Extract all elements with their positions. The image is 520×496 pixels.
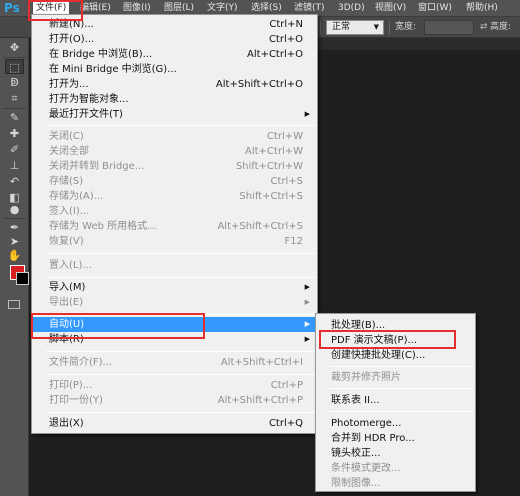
submenu-arrow-icon: ▶ [304, 335, 310, 343]
menu-window[interactable]: 窗口(W) [415, 0, 455, 17]
menu-separator [46, 253, 315, 254]
menu-item-crop-and-straighten[interactable]: 裁剪并修齐照片 [316, 370, 475, 385]
options-separator [320, 21, 321, 35]
file-menu-highlight-box [28, 0, 83, 21]
menu-item-revert[interactable]: 恢复(V) F12 [32, 234, 317, 249]
pen-icon[interactable]: ✒ [5, 220, 24, 235]
menu-item-print-one-copy[interactable]: 打印一份(Y) Alt+Shift+Ctrl+P [32, 393, 317, 408]
swap-icon[interactable]: ⇄ [480, 20, 488, 35]
quick-mask-icon[interactable] [8, 300, 20, 309]
menu-separator [330, 388, 473, 389]
menu-separator [46, 412, 315, 413]
blend-mode-select[interactable]: 正常 ▼ [326, 20, 384, 35]
background-color-swatch[interactable] [16, 272, 29, 285]
menu-item-browse-in-bridge[interactable]: 在 Bridge 中浏览(B)... Alt+Ctrl+O [32, 47, 317, 62]
tool-separator [3, 108, 26, 109]
tool-separator [3, 57, 26, 58]
menu-3d[interactable]: 3D(D) [335, 0, 368, 17]
height-label: 高度: [490, 22, 512, 32]
hand-icon[interactable]: ✋ [5, 248, 24, 263]
submenu-arrow-icon: ▶ [304, 320, 310, 328]
menu-separator [330, 366, 473, 367]
menu-item-place[interactable]: 置入(L)... [32, 258, 317, 273]
width-label: 宽度: [395, 22, 417, 32]
lasso-icon[interactable]: ↁ [5, 75, 24, 90]
submenu-arrow-icon: ▶ [304, 298, 310, 306]
blend-mode-value: 正常 [332, 22, 351, 32]
brush-icon[interactable]: ✐ [5, 142, 24, 157]
options-separator [389, 21, 390, 35]
crop-icon[interactable]: ⌗ [5, 91, 24, 106]
menu-item-conditional-mode-change[interactable]: 条件模式更改... [316, 461, 475, 476]
menu-item-close[interactable]: 关闭(C) Ctrl+W [32, 129, 317, 144]
menu-separator [46, 374, 315, 375]
width-input[interactable] [424, 20, 474, 35]
menu-item-save[interactable]: 存储(S) Ctrl+S [32, 174, 317, 189]
tool-separator [3, 218, 26, 219]
tools-panel: ✥ ⬚ ↁ ⌗ ✎ ✚ ✐ ⊥ ↶ ◧ ● ✒ ➤ ✋ [0, 38, 29, 496]
submenu-arrow-icon: ▶ [304, 283, 310, 291]
menu-item-merge-to-hdr[interactable]: 合并到 HDR Pro... [316, 431, 475, 446]
menu-item-import[interactable]: 导入(M) ▶ [32, 280, 317, 295]
menu-item-create-droplet[interactable]: 创建快捷批处理(C)... [316, 348, 475, 363]
clone-stamp-icon[interactable]: ⊥ [5, 158, 24, 173]
marquee-icon[interactable]: ⬚ [5, 59, 24, 74]
menu-separator [46, 351, 315, 352]
path-selection-icon[interactable]: ➤ [5, 234, 24, 249]
menu-view[interactable]: 视图(V) [372, 0, 409, 17]
menu-item-open[interactable]: 打开(O)... Ctrl+O [32, 32, 317, 47]
history-brush-icon[interactable]: ↶ [5, 174, 24, 189]
pdf-presentation-highlight-box [319, 330, 456, 349]
menu-item-photomerge[interactable]: Photomerge... [316, 416, 475, 431]
submenu-arrow-icon: ▶ [304, 110, 310, 118]
automate-highlight-box [31, 313, 205, 339]
menu-item-file-info[interactable]: 文件简介(F)... Alt+Shift+Ctrl+I [32, 355, 317, 370]
menu-item-close-all[interactable]: 关闭全部 Alt+Ctrl+W [32, 144, 317, 159]
file-menu: 新建(N)... Ctrl+N 打开(O)... Ctrl+O 在 Bridge… [31, 14, 318, 434]
menu-item-exit[interactable]: 退出(X) Ctrl+Q [32, 416, 317, 431]
menu-item-save-for-web[interactable]: 存储为 Web 所用格式... Alt+Shift+Ctrl+S [32, 219, 317, 234]
move-icon[interactable]: ✥ [5, 40, 24, 55]
menu-item-save-as[interactable]: 存储为(A)... Shift+Ctrl+S [32, 189, 317, 204]
chevron-down-icon: ▼ [373, 23, 379, 31]
menu-item-contact-sheet[interactable]: 联系表 II... [316, 393, 475, 408]
menu-item-fit-image[interactable]: 限制图像... [316, 476, 475, 491]
eyedropper-icon[interactable]: ✎ [5, 110, 24, 125]
menu-item-lens-correction[interactable]: 镜头校正... [316, 446, 475, 461]
photoshop-logo: Ps [4, 1, 20, 15]
menu-item-check-in[interactable]: 签入(I)... [32, 204, 317, 219]
menu-item-open-recent[interactable]: 最近打开文件(T) ▶ [32, 107, 317, 122]
menu-item-close-and-go-to-bridge[interactable]: 关闭并转到 Bridge... Shift+Ctrl+W [32, 159, 317, 174]
menu-item-export[interactable]: 导出(E) ▶ [32, 295, 317, 310]
menu-separator [330, 411, 473, 412]
menu-separator [46, 125, 315, 126]
menu-separator [46, 277, 315, 278]
healing-brush-icon[interactable]: ✚ [5, 126, 24, 141]
paint-bucket-icon[interactable]: ● [5, 202, 24, 217]
menu-help[interactable]: 帮助(H) [463, 0, 501, 17]
menu-item-browse-in-mini-bridge[interactable]: 在 Mini Bridge 中浏览(G)... [32, 62, 317, 77]
menu-item-open-as-smart-object[interactable]: 打开为智能对象... [32, 92, 317, 107]
menu-item-open-as[interactable]: 打开为... Alt+Shift+Ctrl+O [32, 77, 317, 92]
menu-item-print[interactable]: 打印(P)... Ctrl+P [32, 378, 317, 393]
